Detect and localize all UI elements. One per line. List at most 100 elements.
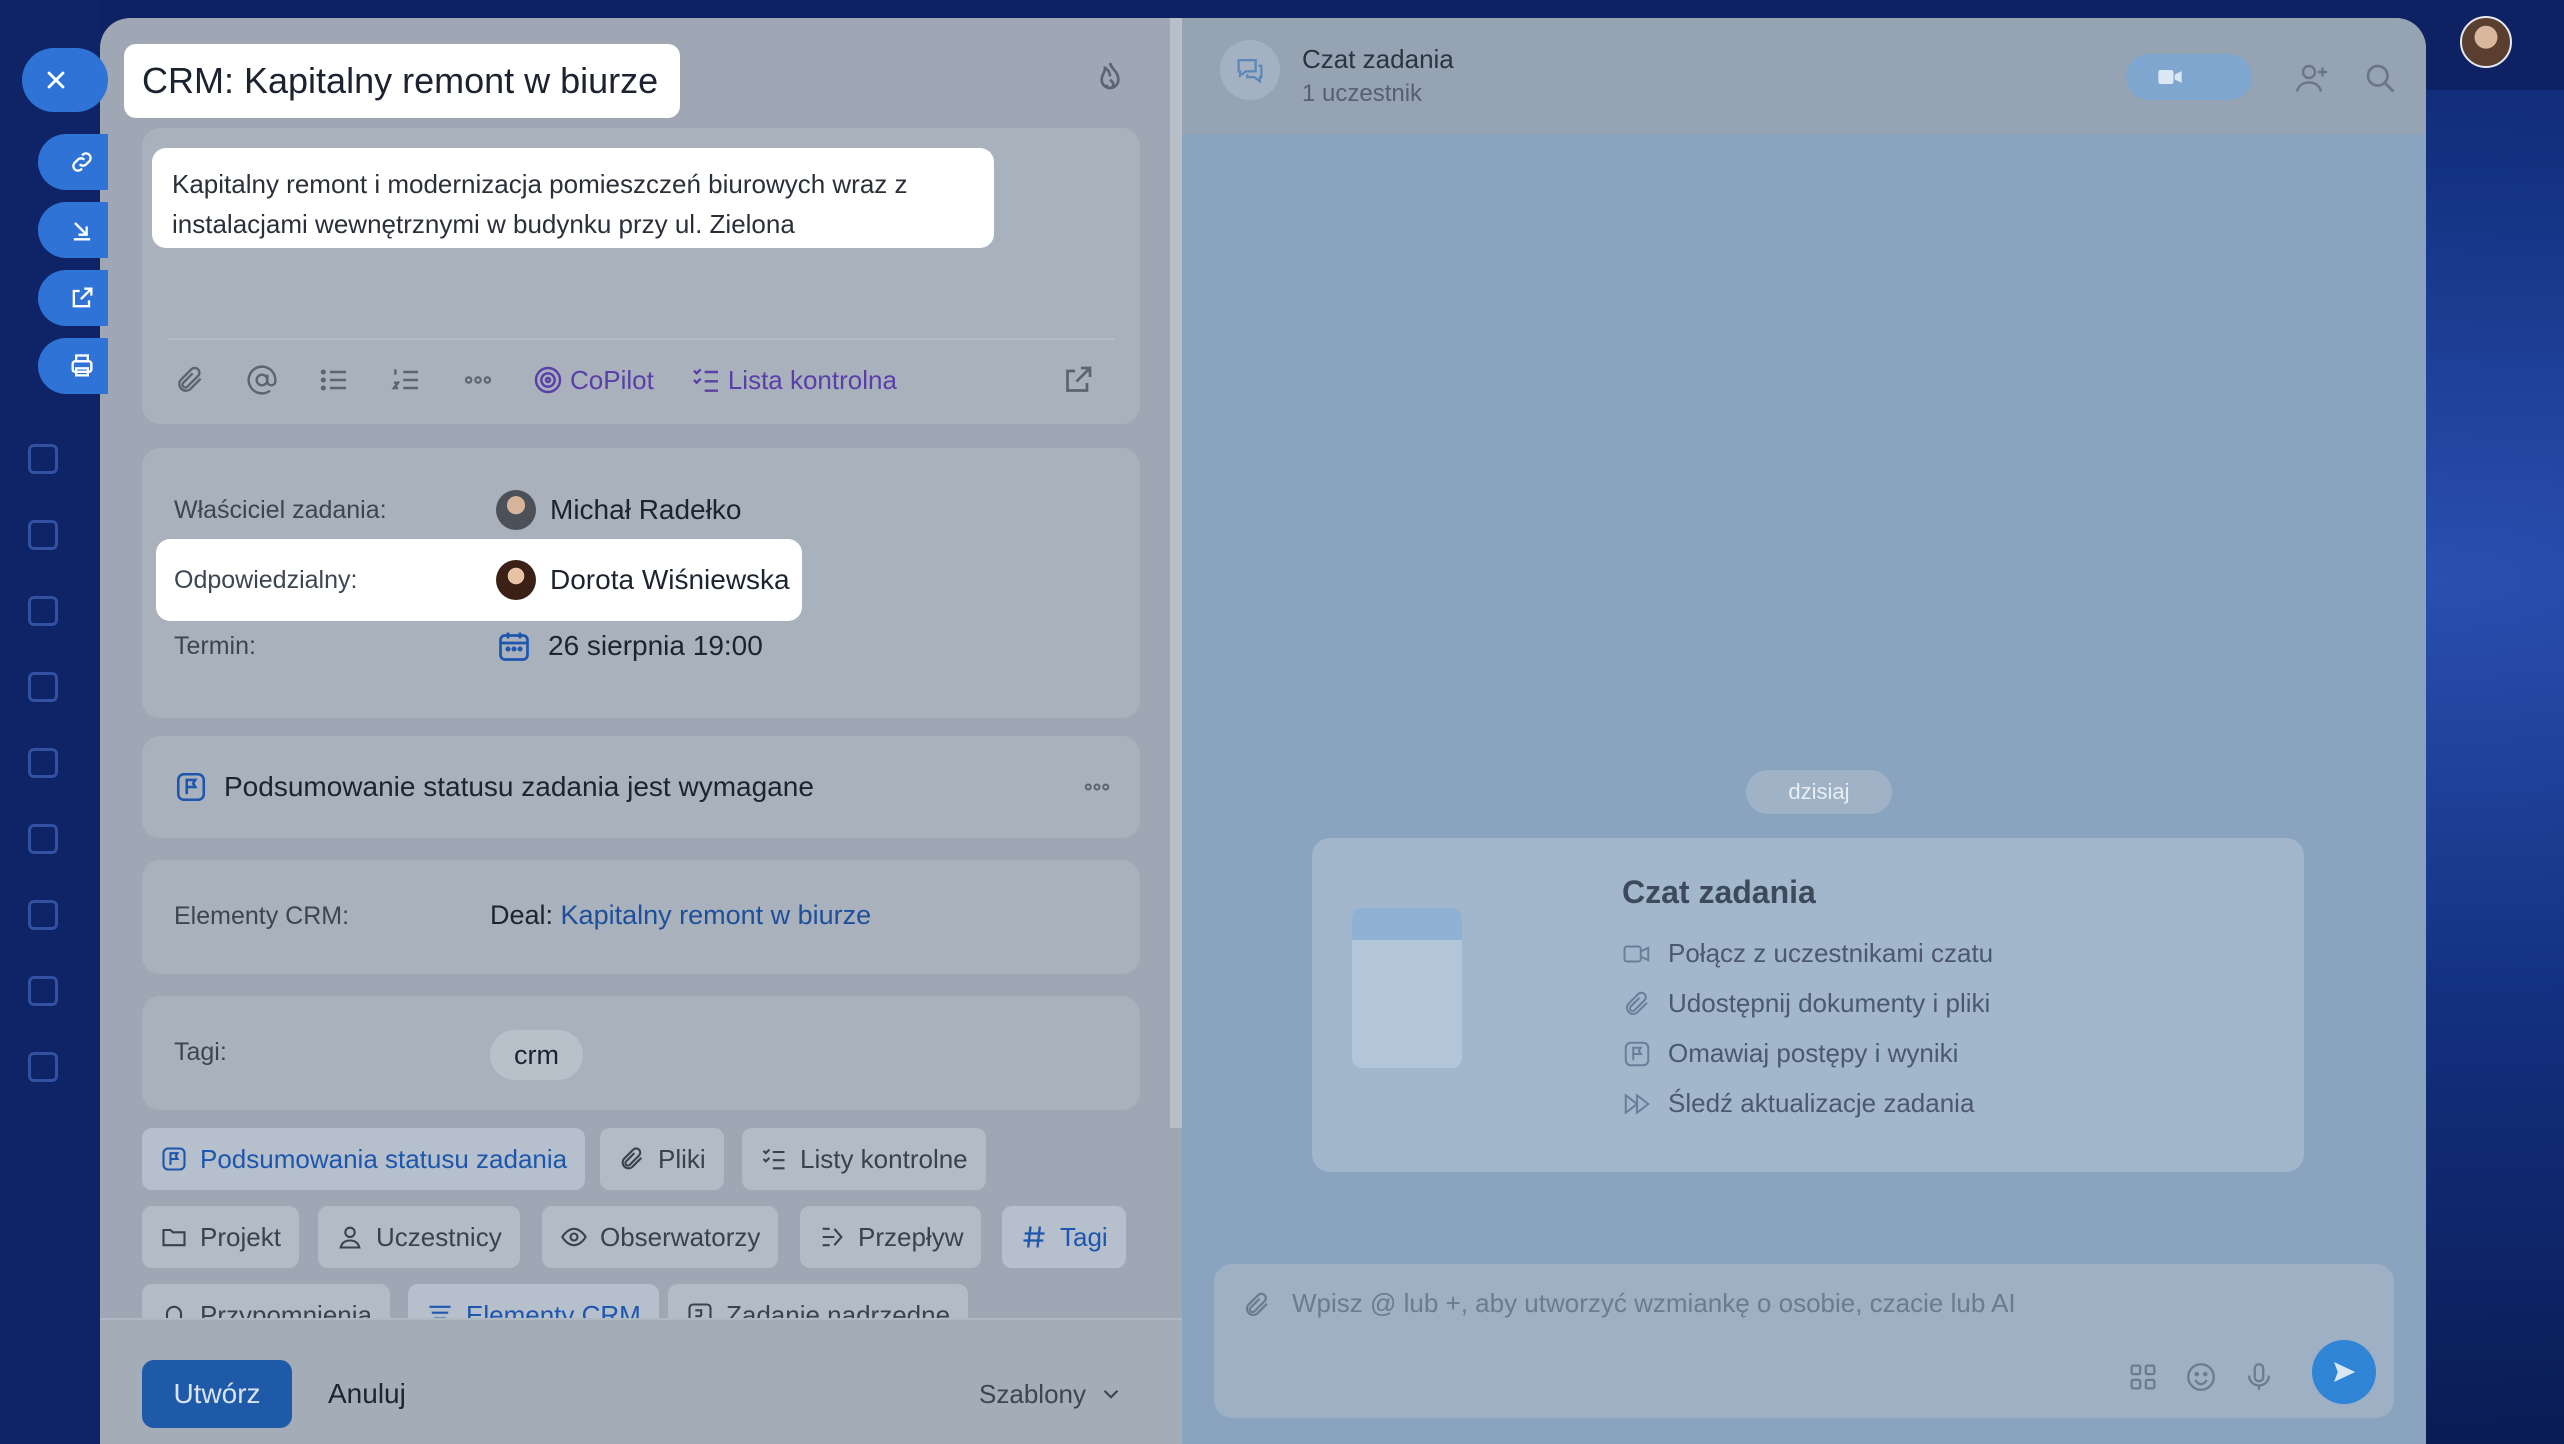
flag-icon <box>176 772 206 802</box>
status-summary-text: Podsumowanie statusu zadania jest wymaga… <box>224 771 814 802</box>
close-slider-button[interactable] <box>22 48 108 112</box>
welcome-item-label: Śledź aktualizacje zadania <box>1668 1088 1975 1118</box>
copy-link-button[interactable] <box>38 134 108 190</box>
chip-files[interactable]: Pliki <box>600 1128 724 1190</box>
responsible-row[interactable]: Odpowiedzialny: Dorota Wiśniewska <box>174 560 790 600</box>
owner-label: Właściciel zadania: <box>174 495 387 524</box>
attach-button[interactable] <box>172 362 208 398</box>
chip-project[interactable]: Projekt <box>142 1206 299 1268</box>
task-form-scroll: CRM: Kapitalny remont w biurze Kapitalny… <box>100 18 1174 1318</box>
bullet-list-icon <box>320 369 346 391</box>
crm-deal-link[interactable]: Kapitalny remont w biurze <box>561 900 872 930</box>
chat-title: Czat zadania <box>1302 44 1454 74</box>
video-call-button[interactable] <box>2126 54 2252 100</box>
deadline-row[interactable]: Termin: 26 sierpnia 19:00 <box>174 628 763 664</box>
close-icon <box>47 71 65 89</box>
chat-avatar <box>1220 40 1280 100</box>
chip-flow[interactable]: Przepływ <box>800 1206 982 1268</box>
crm-deal-prefix: Deal: <box>490 900 554 930</box>
folder-icon <box>162 1228 186 1247</box>
copilot-button[interactable]: CoPilot <box>532 364 654 396</box>
user-avatar[interactable] <box>2460 16 2512 68</box>
send-button[interactable] <box>2312 1340 2376 1404</box>
chip-label: Pliki <box>658 1143 706 1174</box>
chip-crm-elements[interactable]: Elementy CRM <box>408 1284 659 1318</box>
chip-label: Przepływ <box>858 1221 964 1252</box>
task-form-footer: Utwórz Anuluj Szablony <box>100 1318 1182 1444</box>
chip-label: Uczestnicy <box>376 1221 502 1252</box>
toolbar-divider <box>168 338 1114 340</box>
date-divider: dzisiaj <box>1746 770 1892 814</box>
sidebar-calendar-icon <box>28 976 58 1006</box>
sidebar-sign-icon <box>28 748 58 778</box>
sidebar-store-icon <box>28 900 58 930</box>
chip-label: Listy kontrolne <box>800 1143 968 1174</box>
sidebar-crm-icon <box>28 444 58 474</box>
flow-icon <box>822 1227 843 1247</box>
chip-checklists[interactable]: Listy kontrolne <box>742 1128 986 1190</box>
expand-editor-icon[interactable] <box>1060 362 1096 398</box>
more-dots-icon[interactable] <box>1080 772 1114 802</box>
create-button[interactable]: Utwórz <box>142 1360 292 1428</box>
templates-dropdown[interactable]: Szablony <box>979 1360 1124 1428</box>
checklist-icon <box>692 368 718 392</box>
checklist-icon <box>762 1148 785 1170</box>
chevron-down-icon <box>1103 1389 1119 1399</box>
tags-card: Tagi: crm <box>142 996 1140 1110</box>
crm-icon <box>429 1305 451 1318</box>
responsible-avatar <box>496 560 536 600</box>
welcome-item: Udostępnij dokumenty i pliki <box>1622 988 1990 1019</box>
flame-icon[interactable] <box>1090 56 1130 100</box>
description-card: Kapitalny remont i modernizacja pomieszc… <box>142 128 1140 424</box>
at-icon <box>247 365 277 395</box>
parent-task-icon <box>688 1303 712 1318</box>
owner-row[interactable]: Właściciel zadania: Michał Radełko <box>174 490 741 530</box>
mention-button[interactable] <box>244 362 280 398</box>
welcome-title: Czat zadania <box>1622 874 1816 910</box>
chip-tags[interactable]: Tagi <box>1002 1206 1126 1268</box>
sidebar-target-icon <box>28 520 58 550</box>
checklist-button[interactable]: Lista kontrolna <box>690 364 897 396</box>
deadline-label: Termin: <box>174 631 256 660</box>
cancel-button[interactable]: Anuluj <box>328 1360 406 1428</box>
welcome-item: Połącz z uczestnikami czatu <box>1622 938 1993 969</box>
editor-toolbar: CoPilot Lista kontrolna <box>172 360 1114 400</box>
more-formatting-button[interactable] <box>460 362 496 398</box>
scrollbar[interactable] <box>1170 18 1182 1128</box>
message-input-placeholder[interactable]: Wpisz @ lub +, aby utworzyć wzmiankę o o… <box>1292 1288 2016 1319</box>
tags-label: Tagi: <box>174 1038 227 1066</box>
crm-elements-card: Elementy CRM: Deal: Kapitalny remont w b… <box>142 860 1140 974</box>
task-description-input[interactable]: Kapitalny remont i modernizacja pomieszc… <box>152 148 994 248</box>
chip-label: Podsumowania statusu zadania <box>200 1143 568 1174</box>
open-new-window-button[interactable] <box>38 270 108 326</box>
task-title-input[interactable]: CRM: Kapitalny remont w biurze <box>124 44 681 118</box>
apps-grid-icon[interactable] <box>2126 1360 2160 1394</box>
flag-icon <box>1624 1041 1650 1066</box>
owner-avatar <box>496 490 536 530</box>
responsible-label: Odpowiedzialny: <box>174 565 358 594</box>
chip-status-summaries[interactable]: Podsumowania statusu zadania <box>142 1128 586 1190</box>
sidebar-robot-icon <box>28 672 58 702</box>
message-composer[interactable]: Wpisz @ lub +, aby utworzyć wzmiankę o o… <box>1214 1264 2394 1418</box>
tag-chip[interactable]: crm <box>490 1030 583 1080</box>
chip-observers[interactable]: Obserwatorzy <box>542 1206 779 1268</box>
minimize-icon <box>73 222 91 241</box>
chat-participants-count[interactable]: 1 uczestnik <box>1302 80 1422 108</box>
search-icon[interactable] <box>2362 60 2398 96</box>
video-camera-icon <box>2158 70 2182 84</box>
chip-reminders[interactable]: Przypomnienia <box>142 1284 390 1318</box>
calendar-icon <box>499 632 529 661</box>
sidebar-chart-icon <box>28 1052 58 1082</box>
crm-deal-value: Deal: Kapitalny remont w biurze <box>490 900 871 931</box>
emoji-icon[interactable] <box>2184 1360 2218 1394</box>
numbered-list-button[interactable] <box>388 362 424 398</box>
add-user-icon[interactable] <box>2294 60 2330 96</box>
microphone-icon[interactable] <box>2242 1360 2276 1394</box>
chip-parent-task[interactable]: Zadanie nadrzędne <box>668 1284 969 1318</box>
status-summary-card[interactable]: Podsumowanie statusu zadania jest wymaga… <box>142 736 1140 838</box>
chip-participants[interactable]: Uczestnicy <box>318 1206 520 1268</box>
minimize-button[interactable] <box>38 202 108 258</box>
bullet-list-button[interactable] <box>316 362 352 398</box>
paperclip-icon[interactable] <box>1242 1290 1272 1320</box>
print-button[interactable] <box>38 338 108 394</box>
